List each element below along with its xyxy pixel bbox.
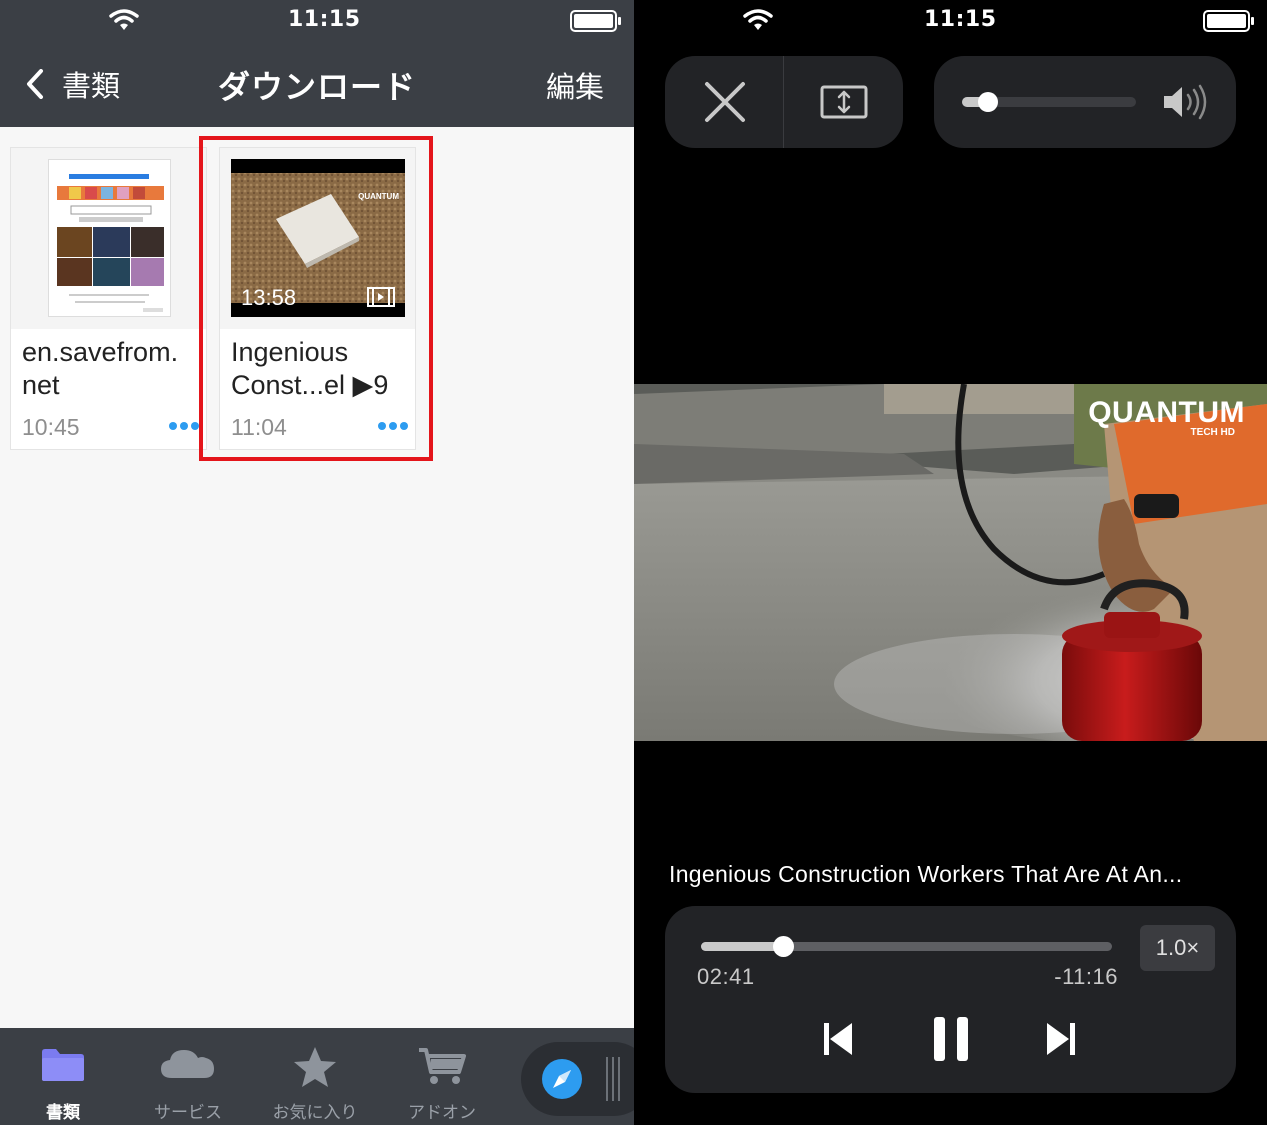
playback-speed-button[interactable]: 1.0× [1140, 925, 1215, 971]
status-bar: 11:15 [0, 0, 634, 42]
resize-icon [820, 85, 868, 119]
aspect-ratio-button[interactable] [784, 56, 903, 148]
file-card-savefrom[interactable]: en.savefrom. net 10:45 [10, 147, 207, 450]
tab-bar: 書類 サービス お気に入り アドオン [0, 1028, 634, 1125]
tab-documents[interactable]: 書類 [3, 1028, 123, 1125]
remaining-time: -11:16 [1054, 964, 1118, 989]
video-watermark: QUANTUM TECH HD [1088, 396, 1245, 439]
video-player-pane: 11:15 QUANTUM TECH HD Ingenious Construc… [634, 0, 1267, 1125]
player-top-controls [665, 56, 903, 148]
tab-label: サービス [154, 1103, 222, 1123]
file-time: 10:45 [22, 414, 80, 440]
file-thumbnail-area [11, 148, 206, 329]
battery-icon [570, 10, 621, 32]
tab-label: 書類 [46, 1103, 80, 1123]
volume-slider[interactable] [962, 92, 1136, 112]
next-button[interactable] [1041, 1017, 1081, 1061]
tab-label: お気に入り [272, 1103, 358, 1123]
browser-button[interactable] [521, 1042, 634, 1116]
cart-icon [419, 1048, 466, 1084]
watermark-text: QUANTUM [1088, 396, 1245, 429]
seek-progress [701, 942, 784, 951]
skip-back-icon [824, 1023, 852, 1055]
file-card-video[interactable]: QUANTUM 13:58 Ingenious Const...el ▶9 11… [219, 147, 416, 450]
seek-bar[interactable] [701, 936, 1112, 957]
video-thumbnail: QUANTUM 13:58 [231, 159, 405, 317]
close-button[interactable] [665, 56, 783, 148]
volume-knob[interactable] [978, 92, 999, 112]
close-icon [705, 82, 745, 122]
pause-button[interactable] [929, 1013, 973, 1065]
video-frame[interactable]: QUANTUM TECH HD [634, 384, 1267, 741]
playback-controls: 02:41 -11:16 1.0× [665, 906, 1236, 1093]
cloud-icon [161, 1050, 214, 1078]
pause-icon [934, 1017, 968, 1061]
video-duration: 13:58 [241, 285, 297, 310]
volume-control [934, 56, 1236, 148]
wifi-icon [743, 9, 773, 30]
more-options-icon[interactable] [377, 420, 409, 432]
skip-forward-icon [1047, 1023, 1075, 1055]
film-icon [367, 287, 395, 307]
speaker-icon[interactable] [1162, 84, 1212, 120]
file-time: 11:04 [231, 414, 287, 440]
thumbnail-watermark: QUANTUM [358, 192, 399, 201]
seek-knob[interactable] [773, 936, 795, 957]
status-time: 11:15 [288, 7, 361, 32]
tab-addons[interactable]: アドオン [382, 1028, 502, 1125]
file-name: Ingenious Const...el ▶9 [231, 337, 389, 400]
file-thumbnail-area: QUANTUM 13:58 [220, 148, 415, 329]
status-bar: 11:15 [634, 0, 1267, 42]
webpage-thumbnail [48, 159, 171, 317]
page-title: ダウンロード [217, 68, 416, 106]
tab-label: アドオン [408, 1103, 476, 1123]
previous-button[interactable] [818, 1017, 858, 1061]
compass-icon [542, 1059, 582, 1099]
file-manager-pane: 11:15 書類 ダウンロード 編集 en.savefrom. net 10:4… [0, 0, 634, 1125]
battery-icon [1203, 10, 1254, 32]
star-icon [294, 1047, 336, 1087]
navigation-bar: 書類 ダウンロード 編集 [0, 42, 634, 127]
tab-favorites[interactable]: お気に入り [255, 1028, 375, 1125]
wifi-icon [109, 9, 139, 30]
file-name: en.savefrom. net [22, 337, 179, 400]
more-options-icon[interactable] [168, 420, 200, 432]
folder-icon [42, 1049, 84, 1081]
drag-handle-icon[interactable] [605, 1057, 621, 1101]
current-time: 02:41 [697, 964, 755, 989]
tab-services[interactable]: サービス [128, 1028, 248, 1125]
video-title: Ingenious Construction Workers That Are … [669, 861, 1183, 887]
status-time: 11:15 [924, 7, 997, 32]
edit-button[interactable]: 編集 [546, 64, 604, 106]
